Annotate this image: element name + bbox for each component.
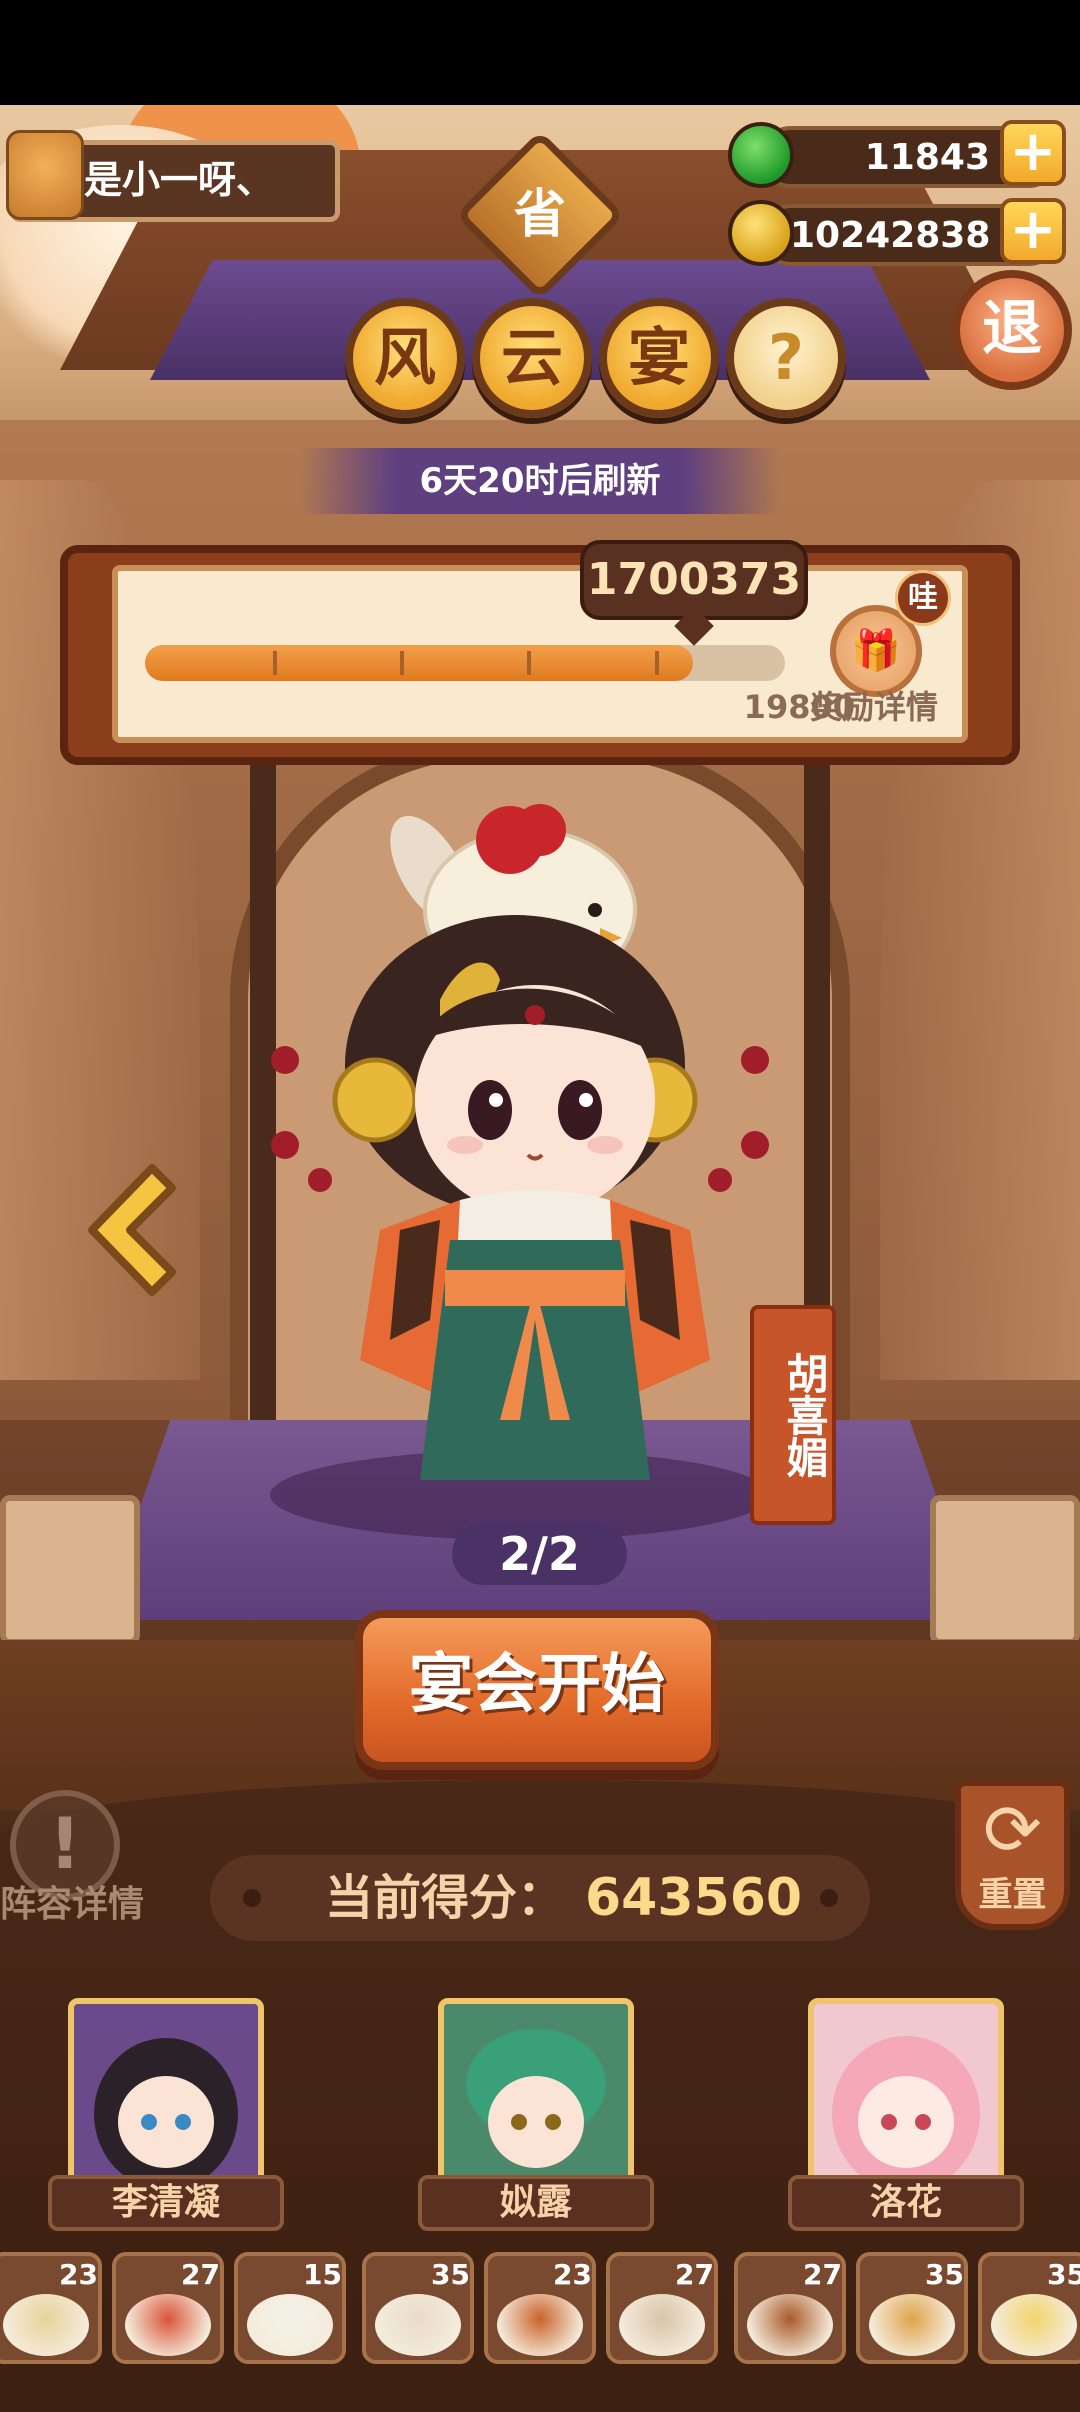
dish-tile[interactable]: 27 xyxy=(734,2252,846,2364)
score-bar-dot xyxy=(820,1889,838,1907)
dish-plate-icon xyxy=(375,2294,461,2356)
dish-plate-icon xyxy=(247,2294,333,2356)
reward-tag: 哇 xyxy=(895,570,951,626)
current-score-value: 643560 xyxy=(585,1868,803,1928)
title-char-yan: 宴 xyxy=(599,298,719,418)
dish-count: 27 xyxy=(803,2258,842,2291)
start-banquet-label: 宴会开始 xyxy=(409,1648,665,1722)
dish-tile[interactable]: 27 xyxy=(112,2252,224,2364)
chevron-left-icon[interactable] xyxy=(72,1160,182,1300)
dish-count: 35 xyxy=(1047,2258,1080,2291)
chef-name-2: 姒露 xyxy=(418,2175,654,2231)
help-icon[interactable]: ? xyxy=(726,298,846,418)
dish-count: 35 xyxy=(431,2258,470,2291)
province-badge-label: 省 xyxy=(513,185,566,245)
dish-tile[interactable]: 27 xyxy=(606,2252,718,2364)
jade-icon xyxy=(728,122,794,188)
exit-button[interactable]: 退 xyxy=(952,270,1072,390)
dish-plate-icon xyxy=(3,2294,89,2356)
progress-tick xyxy=(527,651,531,675)
chef-name-1: 李清凝 xyxy=(48,2175,284,2231)
dish-plate-icon xyxy=(869,2294,955,2356)
user-avatar[interactable] xyxy=(6,130,84,220)
user-name: 是小一呀、 xyxy=(84,158,275,202)
dish-tile[interactable]: 23 xyxy=(0,2252,102,2364)
dish-plate-icon xyxy=(991,2294,1077,2356)
chef-name-3: 洛花 xyxy=(788,2175,1024,2231)
dish-tile[interactable]: 35 xyxy=(978,2252,1080,2364)
add-coins-button[interactable]: + xyxy=(1000,198,1066,264)
chef-card-3[interactable] xyxy=(808,1998,1004,2194)
bench-right xyxy=(930,1495,1080,1645)
coin-icon xyxy=(728,200,794,266)
reward-detail-link[interactable]: 奖励详情 xyxy=(810,685,960,729)
page-indicator: 2/2 xyxy=(452,1523,627,1585)
refresh-icon: ⟳ xyxy=(983,1789,1042,1871)
coin-value: 10242838 xyxy=(790,215,991,256)
bench-left xyxy=(0,1495,140,1645)
character-name: 胡喜媚 xyxy=(780,1352,829,1478)
chef-portrait-1 xyxy=(74,2004,258,2188)
dish-count: 23 xyxy=(553,2258,592,2291)
progress-fill xyxy=(145,645,693,681)
dish-plate-icon xyxy=(619,2294,705,2356)
add-jade-button[interactable]: + xyxy=(1000,120,1066,186)
character-illustration xyxy=(271,804,769,1480)
title-char-yun: 云 xyxy=(472,298,592,418)
dish-plate-icon xyxy=(125,2294,211,2356)
dish-count: 27 xyxy=(675,2258,714,2291)
score-bar-dot xyxy=(243,1889,261,1907)
lineup-details-label[interactable]: 阵容详情 xyxy=(0,1880,150,1930)
dish-count: 27 xyxy=(181,2258,220,2291)
progress-tick xyxy=(273,651,277,675)
chef-card-1[interactable] xyxy=(68,1998,264,2194)
dish-tile[interactable]: 35 xyxy=(856,2252,968,2364)
dish-tile[interactable]: 15 xyxy=(234,2252,346,2364)
status-bar xyxy=(0,0,1080,105)
dish-count: 23 xyxy=(59,2258,98,2291)
chef-portrait-3 xyxy=(814,2004,998,2188)
title-char-feng: 风 xyxy=(345,298,465,418)
current-score-label: 当前得分： xyxy=(325,1870,566,1926)
dish-count: 35 xyxy=(925,2258,964,2291)
dish-plate-icon xyxy=(497,2294,583,2356)
progress-tick xyxy=(655,651,659,675)
jade-value: 11843 xyxy=(864,137,990,178)
dish-plate-icon xyxy=(747,2294,833,2356)
dish-tile[interactable]: 23 xyxy=(484,2252,596,2364)
dish-count: 15 xyxy=(303,2258,342,2291)
dish-tile[interactable]: 35 xyxy=(362,2252,474,2364)
chef-portrait-2 xyxy=(444,2004,628,2188)
progress-tick xyxy=(400,651,404,675)
reset-label: 重置 xyxy=(978,1875,1047,1915)
refresh-countdown: 6天20时后刷新 xyxy=(419,461,661,501)
chef-card-2[interactable] xyxy=(438,1998,634,2194)
